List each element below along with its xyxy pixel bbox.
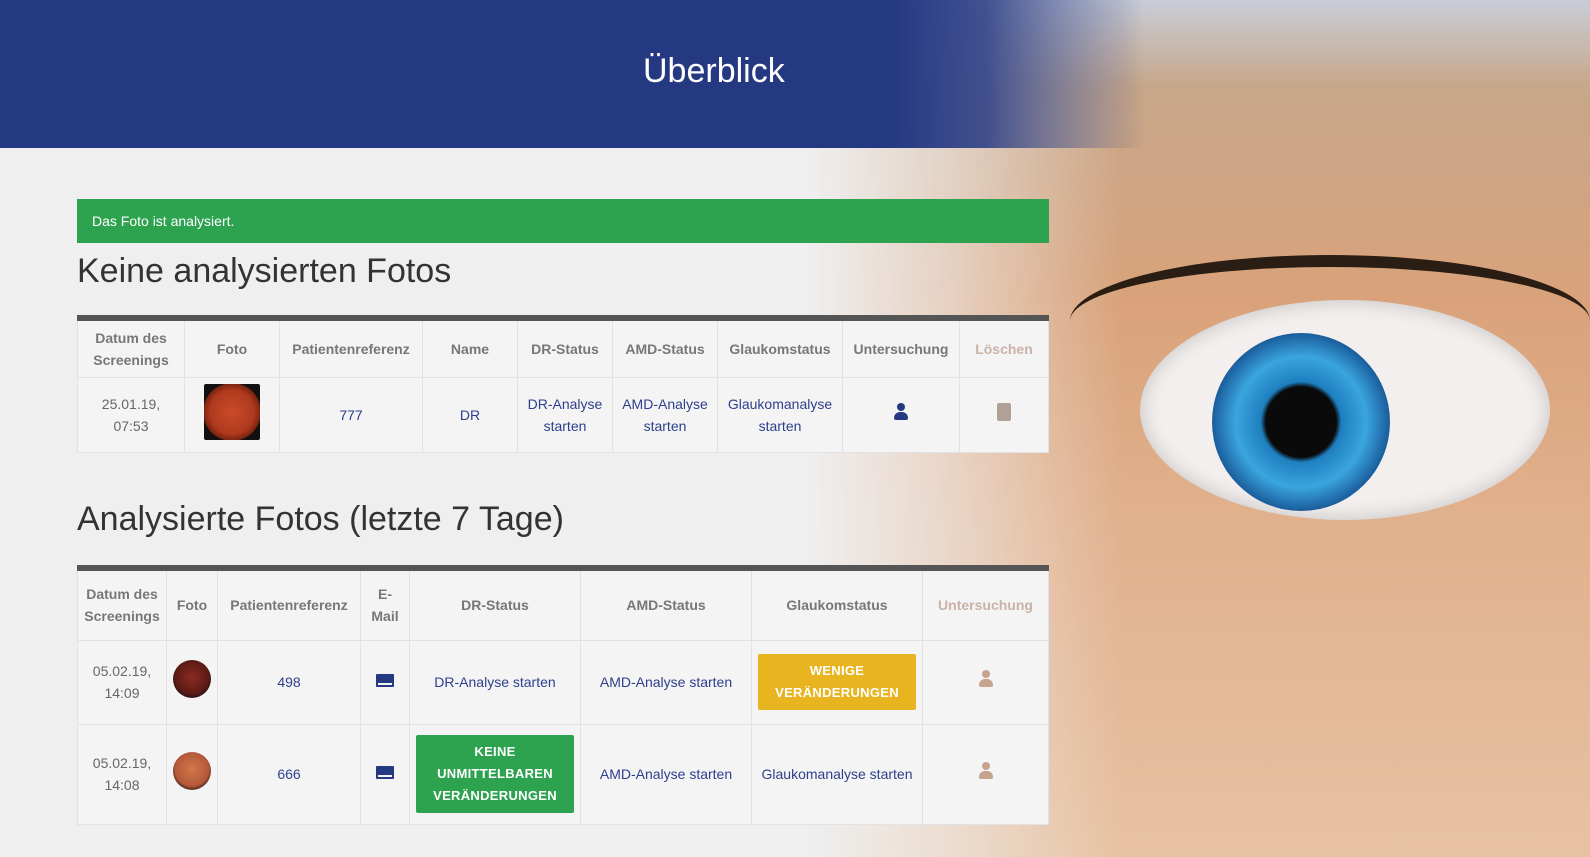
fundus-thumbnail[interactable] (173, 660, 211, 698)
dr-analysis-link[interactable]: DR-Analyse starten (528, 396, 603, 434)
col-glaukom-status: Glaukomstatus (751, 567, 923, 641)
examination-cell (922, 639, 1049, 725)
col-patient-ref: Patientenreferenz (217, 567, 361, 641)
glaukom-cell: Glaukomanalyse starten (751, 723, 923, 825)
time-text: 14:09 (104, 685, 140, 701)
email-cell (360, 639, 410, 725)
date-text: 05.02.19, (92, 755, 152, 771)
col-amd-status: AMD-Status (612, 317, 718, 378)
date-cell: 25.01.19, 07:53 (77, 377, 185, 453)
col-photo: Foto (184, 317, 280, 378)
table-row: 05.02.19, 14:08 666 KEINE UNMITTELBAREN … (77, 723, 1049, 825)
patient-ref-link[interactable]: 777 (339, 407, 362, 423)
envelope-icon[interactable] (376, 766, 394, 779)
iris (1212, 333, 1390, 511)
col-delete: Löschen (959, 317, 1049, 378)
col-examination: Untersuchung (842, 317, 960, 378)
glaukom-analysis-link[interactable]: Glaukomanalyse starten (762, 766, 913, 782)
fundus-thumbnail[interactable] (173, 752, 211, 790)
name-link[interactable]: DR (460, 407, 480, 423)
header-bar: Überblick (0, 0, 1590, 148)
time-text: 14:08 (104, 777, 140, 793)
amd-cell: AMD-Analyse starten (612, 377, 718, 453)
amd-cell: AMD-Analyse starten (580, 723, 752, 825)
dr-analysis-link[interactable]: DR-Analyse starten (434, 674, 555, 690)
glaukom-status-badge[interactable]: WENIGE VERÄNDERUNGEN (758, 654, 916, 710)
table-row: 25.01.19, 07:53 777 DR DR-Analyse starte… (77, 377, 1049, 453)
col-dr-status: DR-Status (517, 317, 613, 378)
col-patient-ref: Patientenreferenz (279, 317, 423, 378)
patient-ref-cell: 498 (217, 639, 361, 725)
col-email: E-Mail (360, 567, 410, 641)
dr-cell: DR-Analyse starten (409, 639, 581, 725)
patient-ref-cell: 777 (279, 377, 423, 453)
envelope-icon[interactable] (376, 674, 394, 687)
amd-cell: AMD-Analyse starten (580, 639, 752, 725)
patient-ref-link[interactable]: 666 (277, 766, 300, 782)
trash-icon[interactable] (997, 403, 1011, 421)
col-date: Datum des Screenings (77, 317, 185, 378)
success-alert: Das Foto ist analysiert. (77, 199, 1049, 243)
unanalyzed-photos-table: Datum des Screenings Foto Patientenrefer… (77, 315, 1049, 453)
col-amd-status: AMD-Status (580, 567, 752, 641)
table-header-row: Datum des Screenings Foto Patientenrefer… (77, 317, 1049, 378)
photo-cell (166, 723, 218, 825)
col-examination: Untersuchung (922, 567, 1049, 641)
patient-ref-cell: 666 (217, 723, 361, 825)
col-date: Datum des Screenings (77, 567, 167, 641)
dr-cell: DR-Analyse starten (517, 377, 613, 453)
amd-analysis-link[interactable]: AMD-Analyse starten (622, 396, 708, 434)
dr-cell: KEINE UNMITTELBAREN VERÄNDERUNGEN (409, 723, 581, 825)
dr-status-badge[interactable]: KEINE UNMITTELBAREN VERÄNDERUNGEN (416, 735, 574, 813)
col-dr-status: DR-Status (409, 567, 581, 641)
col-photo: Foto (166, 567, 218, 641)
photo-cell (166, 639, 218, 725)
amd-analysis-link[interactable]: AMD-Analyse starten (600, 674, 732, 690)
glaukom-analysis-link[interactable]: Glaukomanalyse starten (728, 396, 832, 434)
doctor-icon[interactable] (978, 762, 994, 780)
name-cell: DR (422, 377, 518, 453)
col-name: Name (422, 317, 518, 378)
date-text: 25.01.19, (101, 396, 161, 412)
photo-cell (184, 377, 280, 453)
email-cell (360, 723, 410, 825)
date-cell: 05.02.19, 14:09 (77, 639, 167, 725)
examination-cell (922, 723, 1049, 825)
amd-analysis-link[interactable]: AMD-Analyse starten (600, 766, 732, 782)
doctor-icon[interactable] (978, 670, 994, 688)
doctor-icon[interactable] (893, 403, 909, 421)
date-cell: 05.02.19, 14:08 (77, 723, 167, 825)
date-text: 05.02.19, (92, 663, 152, 679)
table-row: 05.02.19, 14:09 498 DR-Analyse starten A… (77, 639, 1049, 725)
patient-ref-link[interactable]: 498 (277, 674, 300, 690)
glaukom-cell: Glaukomanalyse starten (717, 377, 843, 453)
page-title: Überblick (643, 52, 785, 90)
glaukom-cell: WENIGE VERÄNDERUNGEN (751, 639, 923, 725)
fundus-thumbnail[interactable] (204, 384, 260, 440)
analyzed-photos-table: Datum des Screenings Foto Patientenrefer… (77, 565, 1049, 825)
section-title-analyzed: Analysierte Fotos (letzte 7 Tage) (77, 500, 564, 538)
delete-cell (959, 377, 1049, 453)
time-text: 07:53 (113, 418, 149, 434)
col-glaukom-status: Glaukomstatus (717, 317, 843, 378)
examination-cell (842, 377, 960, 453)
section-title-unanalyzed: Keine analysierten Fotos (77, 252, 452, 290)
table-header-row: Datum des Screenings Foto Patientenrefer… (77, 567, 1049, 641)
